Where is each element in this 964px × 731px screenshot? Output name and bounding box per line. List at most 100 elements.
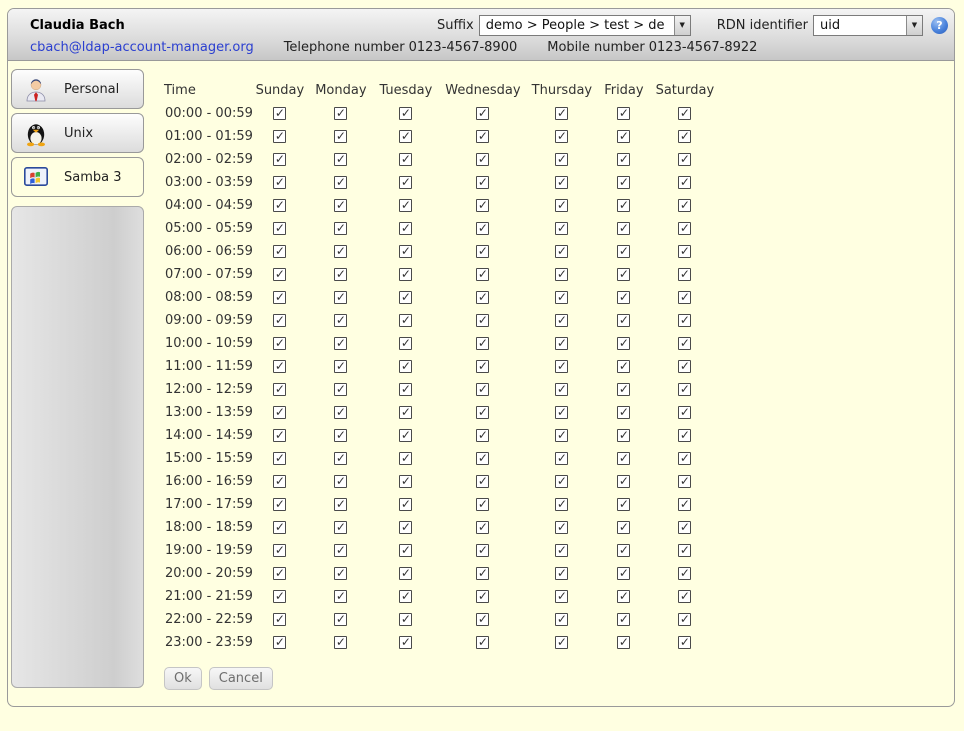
hour-checkbox-friday-3[interactable] (617, 176, 630, 189)
hour-checkbox-monday-13[interactable] (334, 406, 347, 419)
hour-checkbox-wednesday-4[interactable] (476, 199, 489, 212)
hour-checkbox-thursday-8[interactable] (555, 291, 568, 304)
hour-checkbox-saturday-13[interactable] (678, 406, 691, 419)
hour-checkbox-tuesday-0[interactable] (399, 107, 412, 120)
hour-checkbox-wednesday-1[interactable] (476, 130, 489, 143)
hour-checkbox-saturday-15[interactable] (678, 452, 691, 465)
hour-checkbox-sunday-2[interactable] (273, 153, 286, 166)
hour-checkbox-wednesday-11[interactable] (476, 360, 489, 373)
hour-checkbox-friday-14[interactable] (617, 429, 630, 442)
hour-checkbox-friday-10[interactable] (617, 337, 630, 350)
hour-checkbox-sunday-19[interactable] (273, 544, 286, 557)
hour-checkbox-thursday-3[interactable] (555, 176, 568, 189)
hour-checkbox-thursday-14[interactable] (555, 429, 568, 442)
hour-checkbox-friday-23[interactable] (617, 636, 630, 649)
hour-checkbox-sunday-8[interactable] (273, 291, 286, 304)
hour-checkbox-thursday-19[interactable] (555, 544, 568, 557)
hour-checkbox-friday-9[interactable] (617, 314, 630, 327)
hour-checkbox-sunday-0[interactable] (273, 107, 286, 120)
hour-checkbox-sunday-6[interactable] (273, 245, 286, 258)
hour-checkbox-wednesday-21[interactable] (476, 590, 489, 603)
hour-checkbox-sunday-12[interactable] (273, 383, 286, 396)
hour-checkbox-saturday-9[interactable] (678, 314, 691, 327)
hour-checkbox-friday-1[interactable] (617, 130, 630, 143)
hour-checkbox-monday-11[interactable] (334, 360, 347, 373)
hour-checkbox-tuesday-23[interactable] (399, 636, 412, 649)
hour-checkbox-saturday-16[interactable] (678, 475, 691, 488)
hour-checkbox-monday-3[interactable] (334, 176, 347, 189)
hour-checkbox-thursday-0[interactable] (555, 107, 568, 120)
hour-checkbox-tuesday-19[interactable] (399, 544, 412, 557)
hour-checkbox-saturday-2[interactable] (678, 153, 691, 166)
hour-checkbox-tuesday-2[interactable] (399, 153, 412, 166)
hour-checkbox-saturday-6[interactable] (678, 245, 691, 258)
hour-checkbox-saturday-12[interactable] (678, 383, 691, 396)
hour-checkbox-friday-17[interactable] (617, 498, 630, 511)
hour-checkbox-thursday-22[interactable] (555, 613, 568, 626)
hour-checkbox-sunday-16[interactable] (273, 475, 286, 488)
hour-checkbox-friday-21[interactable] (617, 590, 630, 603)
hour-checkbox-monday-17[interactable] (334, 498, 347, 511)
hour-checkbox-monday-18[interactable] (334, 521, 347, 534)
hour-checkbox-saturday-5[interactable] (678, 222, 691, 235)
hour-checkbox-monday-16[interactable] (334, 475, 347, 488)
hour-checkbox-sunday-9[interactable] (273, 314, 286, 327)
hour-checkbox-thursday-5[interactable] (555, 222, 568, 235)
rdn-identifier-dropdown[interactable]: uid ▼ (813, 15, 923, 36)
hour-checkbox-sunday-1[interactable] (273, 130, 286, 143)
hour-checkbox-saturday-8[interactable] (678, 291, 691, 304)
hour-checkbox-tuesday-7[interactable] (399, 268, 412, 281)
hour-checkbox-friday-19[interactable] (617, 544, 630, 557)
hour-checkbox-tuesday-4[interactable] (399, 199, 412, 212)
hour-checkbox-thursday-7[interactable] (555, 268, 568, 281)
hour-checkbox-friday-0[interactable] (617, 107, 630, 120)
hour-checkbox-monday-0[interactable] (334, 107, 347, 120)
hour-checkbox-thursday-16[interactable] (555, 475, 568, 488)
hour-checkbox-thursday-1[interactable] (555, 130, 568, 143)
hour-checkbox-sunday-4[interactable] (273, 199, 286, 212)
hour-checkbox-wednesday-19[interactable] (476, 544, 489, 557)
hour-checkbox-saturday-4[interactable] (678, 199, 691, 212)
hour-checkbox-monday-1[interactable] (334, 130, 347, 143)
hour-checkbox-saturday-1[interactable] (678, 130, 691, 143)
hour-checkbox-monday-5[interactable] (334, 222, 347, 235)
hour-checkbox-friday-15[interactable] (617, 452, 630, 465)
hour-checkbox-thursday-20[interactable] (555, 567, 568, 580)
hour-checkbox-wednesday-14[interactable] (476, 429, 489, 442)
hour-checkbox-thursday-2[interactable] (555, 153, 568, 166)
ok-button[interactable]: Ok (164, 667, 202, 690)
hour-checkbox-thursday-18[interactable] (555, 521, 568, 534)
hour-checkbox-tuesday-13[interactable] (399, 406, 412, 419)
tab-samba3[interactable]: Samba 3 (11, 157, 144, 197)
hour-checkbox-sunday-5[interactable] (273, 222, 286, 235)
hour-checkbox-sunday-13[interactable] (273, 406, 286, 419)
hour-checkbox-wednesday-17[interactable] (476, 498, 489, 511)
hour-checkbox-sunday-21[interactable] (273, 590, 286, 603)
hour-checkbox-monday-15[interactable] (334, 452, 347, 465)
hour-checkbox-wednesday-16[interactable] (476, 475, 489, 488)
tab-personal[interactable]: Personal (11, 69, 144, 109)
hour-checkbox-sunday-7[interactable] (273, 268, 286, 281)
email-link[interactable]: cbach@ldap-account-manager.org (30, 40, 254, 55)
hour-checkbox-thursday-9[interactable] (555, 314, 568, 327)
hour-checkbox-thursday-4[interactable] (555, 199, 568, 212)
hour-checkbox-monday-19[interactable] (334, 544, 347, 557)
hour-checkbox-thursday-13[interactable] (555, 406, 568, 419)
hour-checkbox-monday-8[interactable] (334, 291, 347, 304)
hour-checkbox-monday-9[interactable] (334, 314, 347, 327)
hour-checkbox-tuesday-15[interactable] (399, 452, 412, 465)
hour-checkbox-friday-11[interactable] (617, 360, 630, 373)
hour-checkbox-tuesday-16[interactable] (399, 475, 412, 488)
hour-checkbox-friday-20[interactable] (617, 567, 630, 580)
hour-checkbox-sunday-17[interactable] (273, 498, 286, 511)
hour-checkbox-monday-7[interactable] (334, 268, 347, 281)
hour-checkbox-sunday-18[interactable] (273, 521, 286, 534)
hour-checkbox-saturday-21[interactable] (678, 590, 691, 603)
tab-unix[interactable]: Unix (11, 113, 144, 153)
hour-checkbox-wednesday-22[interactable] (476, 613, 489, 626)
hour-checkbox-sunday-14[interactable] (273, 429, 286, 442)
hour-checkbox-saturday-10[interactable] (678, 337, 691, 350)
hour-checkbox-saturday-23[interactable] (678, 636, 691, 649)
hour-checkbox-monday-20[interactable] (334, 567, 347, 580)
hour-checkbox-wednesday-10[interactable] (476, 337, 489, 350)
